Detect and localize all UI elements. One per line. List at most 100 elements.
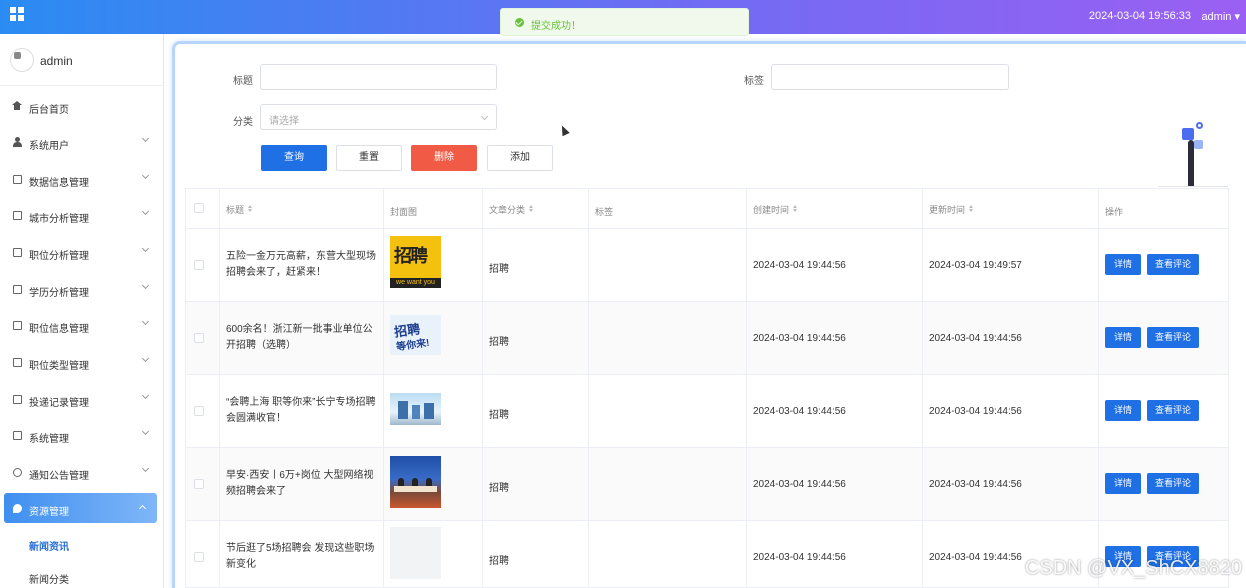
detail-button[interactable]: 详情	[1105, 400, 1141, 421]
folder-icon	[13, 358, 22, 367]
sidebar-item-home[interactable]: 后台首页	[0, 88, 164, 124]
category-select[interactable]: 请选择	[260, 104, 497, 130]
sidebar-item-delivery-records[interactable]: 投递记录管理	[0, 381, 164, 417]
sidebar-item-system-management[interactable]: 系统管理	[0, 417, 164, 453]
app-grid-icon[interactable]	[10, 7, 24, 21]
sidebar-item-job-type[interactable]: 职位类型管理	[0, 344, 164, 380]
sidebar-item-system-users[interactable]: 系统用户	[0, 124, 164, 160]
view-comments-button[interactable]: 查看评论	[1147, 473, 1199, 494]
illustration-floor	[1158, 186, 1228, 187]
select-all-checkbox[interactable]	[194, 203, 204, 213]
illustration-person	[1188, 140, 1194, 186]
news-table: 标题 封面图 文章分类 标签 创建时间 更新时间 操作 五险一金万元高薪，东营大…	[185, 188, 1229, 588]
sidebar-item-label: 通知公告管理	[29, 471, 89, 482]
query-button[interactable]: 查询	[261, 145, 327, 171]
illustration-block	[1194, 140, 1203, 149]
sidebar-item-label: 学历分析管理	[29, 288, 89, 299]
sidebar: admin 后台首页 系统用户 数据信息管理 城市分析管理 职位分析管理 学历分…	[0, 34, 164, 588]
tag-input[interactable]	[771, 64, 1009, 90]
magnifier-icon	[1196, 122, 1203, 129]
sidebar-item-city-analysis[interactable]: 城市分析管理	[0, 197, 164, 233]
folder-icon	[13, 211, 22, 220]
folder-icon	[13, 175, 22, 184]
column-title-text: 标题	[226, 205, 245, 215]
cover-image[interactable]	[390, 527, 441, 579]
cover-image[interactable]: 招聘 等你来!	[390, 315, 441, 355]
delete-button[interactable]: 删除	[411, 145, 477, 171]
row-updated: 2024-03-04 19:44:56	[929, 552, 1022, 563]
table-row: “会聘上海 职等你来”长宁专场招聘会圆满收官！ 招聘 2024-03-04 19…	[186, 375, 1228, 448]
row-created: 2024-03-04 19:44:56	[753, 479, 846, 490]
view-comments-button[interactable]: 查看评论	[1147, 400, 1199, 421]
cover-text-main: 招聘	[394, 246, 428, 266]
row-checkbox[interactable]	[194, 260, 204, 270]
detail-button[interactable]: 详情	[1105, 327, 1141, 348]
cover-image[interactable]	[390, 456, 441, 508]
sidebar-user: admin	[0, 34, 163, 86]
cover-person	[398, 478, 404, 486]
chevron-down-icon	[141, 317, 150, 326]
table-row: 600余名！浙江新一批事业单位公开招聘（选聘） 招聘 等你来! 招聘 2024-…	[186, 302, 1228, 375]
row-checkbox[interactable]	[194, 552, 204, 562]
column-header-actions: 操作	[1105, 207, 1124, 217]
row-checkbox[interactable]	[194, 333, 204, 343]
folder-icon	[13, 248, 22, 257]
row-title: 节后逛了5场招聘会 发现这些职场新变化	[226, 543, 375, 570]
success-toast: 提交成功！	[500, 8, 749, 36]
tag-label: 标签	[744, 76, 764, 87]
view-comments-button[interactable]: 查看评论	[1147, 254, 1199, 275]
sort-icon	[248, 205, 253, 213]
home-icon	[12, 101, 22, 110]
cover-image[interactable]: 招聘 we want you	[390, 236, 441, 288]
sidebar-item-education-analysis[interactable]: 学历分析管理	[0, 271, 164, 307]
chevron-down-icon	[141, 427, 150, 436]
sidebar-item-resources[interactable]: 资源管理	[4, 493, 157, 523]
success-check-icon	[515, 18, 524, 27]
row-created: 2024-03-04 19:44:56	[753, 333, 846, 344]
cover-person	[426, 478, 432, 486]
row-checkbox[interactable]	[194, 406, 204, 416]
column-divider	[219, 189, 220, 587]
sidebar-item-job-analysis[interactable]: 职位分析管理	[0, 234, 164, 270]
column-header-updated[interactable]: 更新时间	[929, 203, 974, 216]
table-header: 标题 封面图 文章分类 标签 创建时间 更新时间 操作	[186, 189, 1228, 229]
chevron-up-icon	[138, 504, 147, 513]
cover-building	[424, 403, 434, 419]
column-divider	[383, 189, 384, 587]
sidebar-item-label: 后台首页	[29, 105, 69, 116]
avatar	[10, 48, 34, 72]
view-comments-button[interactable]: 查看评论	[1147, 327, 1199, 348]
sidebar-item-label: 职位分析管理	[29, 251, 89, 262]
row-checkbox[interactable]	[194, 479, 204, 489]
column-title-text: 创建时间	[753, 205, 790, 215]
sidebar-item-label: 城市分析管理	[29, 214, 89, 225]
sidebar-username: admin	[40, 54, 73, 68]
sidebar-item-label: 投递记录管理	[29, 398, 89, 409]
sidebar-item-label: 职位类型管理	[29, 361, 89, 372]
detail-button[interactable]: 详情	[1105, 473, 1141, 494]
chevron-down-icon	[141, 171, 150, 180]
column-header-created[interactable]: 创建时间	[753, 203, 798, 216]
cover-text-sub: we want you	[390, 278, 441, 288]
column-header-title[interactable]: 标题	[226, 203, 253, 216]
row-updated: 2024-03-04 19:44:56	[929, 333, 1022, 344]
cover-person	[412, 478, 418, 486]
submenu-news[interactable]: 新闻资讯	[29, 538, 69, 553]
user-dropdown[interactable]: admin ▾	[1201, 10, 1240, 23]
row-updated: 2024-03-04 19:49:57	[929, 260, 1022, 271]
sidebar-item-job-info[interactable]: 职位信息管理	[0, 307, 164, 343]
location-icon	[13, 504, 22, 513]
column-divider	[482, 189, 483, 587]
sidebar-item-data-info[interactable]: 数据信息管理	[0, 161, 164, 197]
chevron-down-icon	[141, 354, 150, 363]
submenu-news-category[interactable]: 新闻分类	[29, 571, 69, 586]
title-input[interactable]	[260, 64, 497, 90]
sidebar-item-announcements[interactable]: 通知公告管理	[0, 454, 164, 490]
chevron-down-icon	[141, 244, 150, 253]
detail-button[interactable]: 详情	[1105, 254, 1141, 275]
reset-button[interactable]: 重置	[336, 145, 402, 171]
table-row: 早安·西安丨6万+岗位 大型网络视频招聘会来了 招聘 2024-03-04 19…	[186, 448, 1228, 521]
add-button[interactable]: 添加	[487, 145, 553, 171]
cover-image[interactable]	[390, 393, 441, 425]
column-header-category[interactable]: 文章分类	[489, 203, 534, 216]
